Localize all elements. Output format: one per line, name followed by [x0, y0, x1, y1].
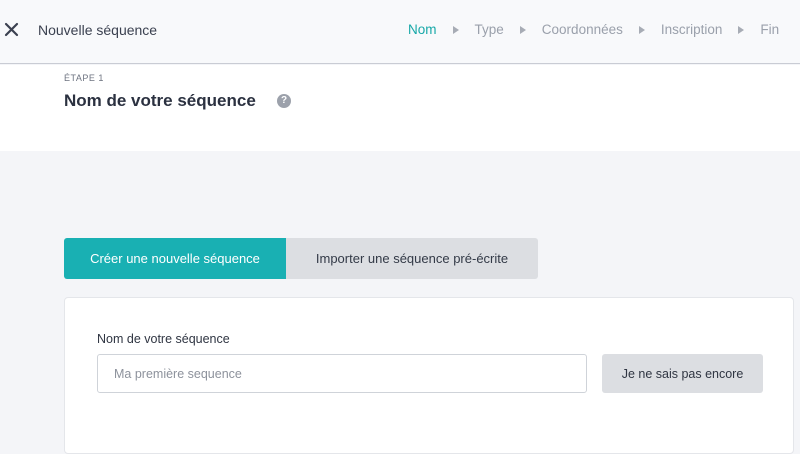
step-inscription[interactable]: Inscription	[661, 22, 723, 37]
not-sure-yet-button[interactable]: Je ne sais pas encore	[602, 354, 763, 393]
chevron-right-icon	[452, 25, 459, 34]
step-nom[interactable]: Nom	[408, 22, 437, 37]
tab-create-new[interactable]: Créer une nouvelle séquence	[64, 238, 286, 279]
chevron-right-icon	[738, 25, 745, 34]
question-circle-icon[interactable]: ?	[277, 94, 291, 108]
step-number-label: ÉTAPE 1	[64, 73, 104, 83]
top-bar: Nouvelle séquence Nom Type Coordonnées I…	[0, 0, 800, 64]
close-icon[interactable]	[2, 18, 22, 40]
step-progress: Nom Type Coordonnées Inscription Fin	[408, 22, 779, 37]
page-title: Nom de votre séquence	[64, 91, 256, 110]
close-button[interactable]	[2, 18, 22, 40]
tab-import-prewritten[interactable]: Importer une séquence pré-écrite	[286, 238, 538, 279]
step-fin[interactable]: Fin	[760, 22, 779, 37]
step-type[interactable]: Type	[475, 22, 504, 37]
window-title: Nouvelle séquence	[38, 22, 158, 38]
step-coordonnees[interactable]: Coordonnées	[542, 22, 623, 37]
sequence-name-label: Nom de votre séquence	[97, 332, 230, 346]
chevron-right-icon	[519, 25, 526, 34]
sequence-name-input[interactable]	[97, 354, 587, 393]
sequence-name-form: Nom de votre séquence Je ne sais pas enc…	[64, 297, 794, 454]
page-header: ÉTAPE 1 Nom de votre séquence ?	[0, 65, 800, 151]
chevron-right-icon	[638, 25, 645, 34]
creation-mode-tabs: Créer une nouvelle séquence Importer une…	[64, 238, 538, 279]
